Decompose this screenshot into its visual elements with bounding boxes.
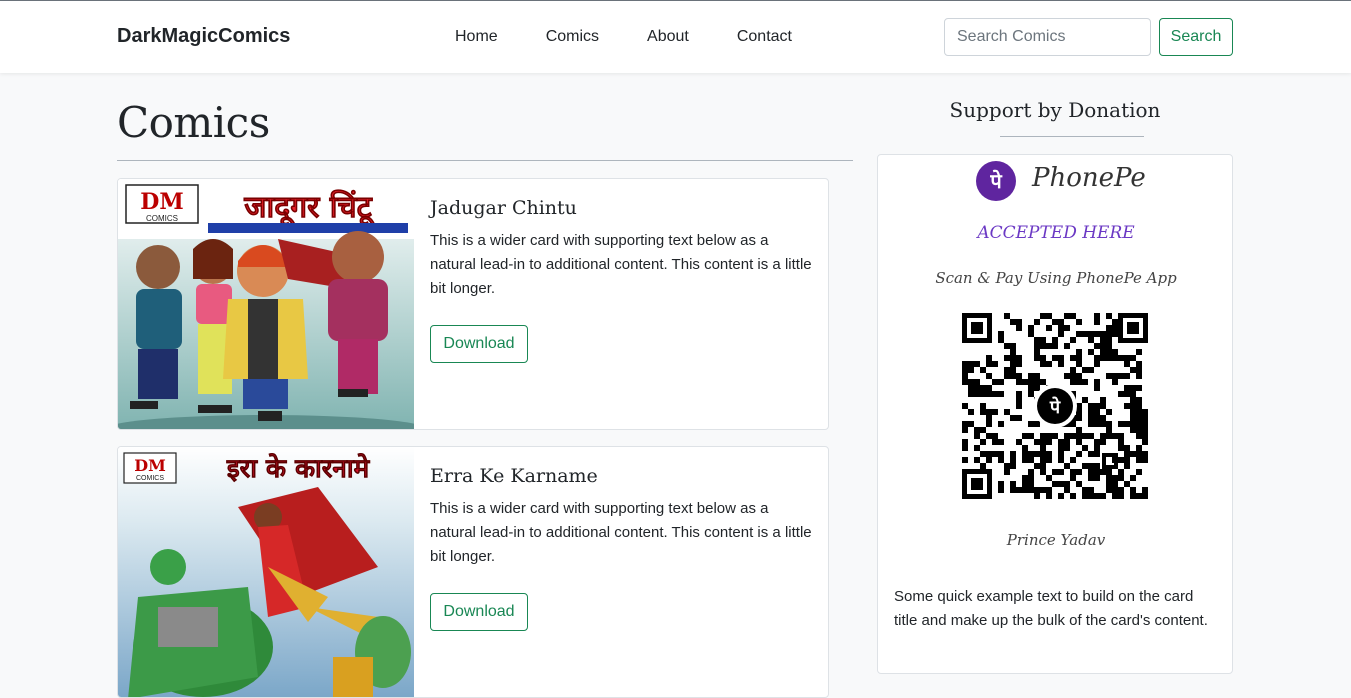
card-body: Erra Ke Karname This is a wider card wit…	[430, 465, 815, 631]
page-title: Comics	[117, 98, 270, 147]
qr-center-mark: पे	[1049, 396, 1061, 418]
card-body: Jadugar Chintu This is a wider card with…	[430, 197, 815, 363]
navbar: DarkMagicComics Home Comics About Contac…	[0, 1, 1351, 73]
qr-code-image: पे	[962, 313, 1148, 499]
cover-art-jadugar-chintu: DM COMICS जादूगर चिंटू	[118, 179, 414, 429]
cover-badge-sub: COMICS	[146, 214, 178, 223]
sidebar-title: Support by Donation	[949, 98, 1161, 122]
sidebar-divider	[1000, 136, 1144, 137]
phonepe-logo-icon: पे	[976, 161, 1016, 201]
nav-home[interactable]: Home	[455, 28, 498, 46]
comic-cover-image: DM COMICS इरा के कारनामे	[118, 447, 414, 697]
cover-title: इरा के कारनामे	[226, 453, 371, 484]
nav-comics[interactable]: Comics	[546, 28, 599, 46]
title-divider	[117, 160, 853, 161]
nav-about[interactable]: About	[647, 28, 689, 46]
download-button[interactable]: Download	[430, 593, 528, 631]
card-text: This is a wider card with supporting tex…	[430, 232, 812, 297]
phonepe-brand: PhonePe	[1032, 163, 1146, 193]
accepted-here-label: ACCEPTED HERE	[977, 223, 1135, 243]
brand-logo[interactable]: DarkMagicComics	[117, 25, 290, 48]
cover-badge: DM	[134, 456, 166, 475]
payee-name: Prince Yadav	[1006, 531, 1106, 549]
cover-art-erra-ke-karname: DM COMICS इरा के कारनामे	[118, 447, 414, 697]
card-title: Erra Ke Karname	[430, 465, 598, 487]
scan-instruction: Scan & Pay Using PhonePe App	[935, 269, 1177, 287]
search-input[interactable]	[944, 18, 1151, 56]
download-button[interactable]: Download	[430, 325, 528, 363]
phonepe-logo-mark: पे	[990, 171, 1002, 193]
search-button[interactable]: Search	[1159, 18, 1233, 56]
comic-card: DM COMICS जादूगर चिंटू Jadugar Chintu Th…	[117, 178, 829, 430]
card-text: This is a wider card with supporting tex…	[430, 500, 812, 565]
card-title: Jadugar Chintu	[430, 197, 577, 219]
nav-contact[interactable]: Contact	[737, 28, 792, 46]
cover-badge: DM	[140, 189, 183, 215]
cover-badge-sub: COMICS	[136, 475, 164, 482]
donation-card-text: Some quick example text to build on the …	[894, 588, 1208, 629]
cover-title: जादूगर चिंटू	[243, 189, 375, 227]
donation-card: पे PhonePe ACCEPTED HERE Scan & Pay Usin…	[877, 154, 1233, 674]
comic-cover-image: DM COMICS जादूगर चिंटू	[118, 179, 414, 429]
nav-links: Home Comics About Contact	[455, 28, 840, 46]
comic-card: DM COMICS इरा के कारनामे Erra Ke Karname…	[117, 446, 829, 698]
